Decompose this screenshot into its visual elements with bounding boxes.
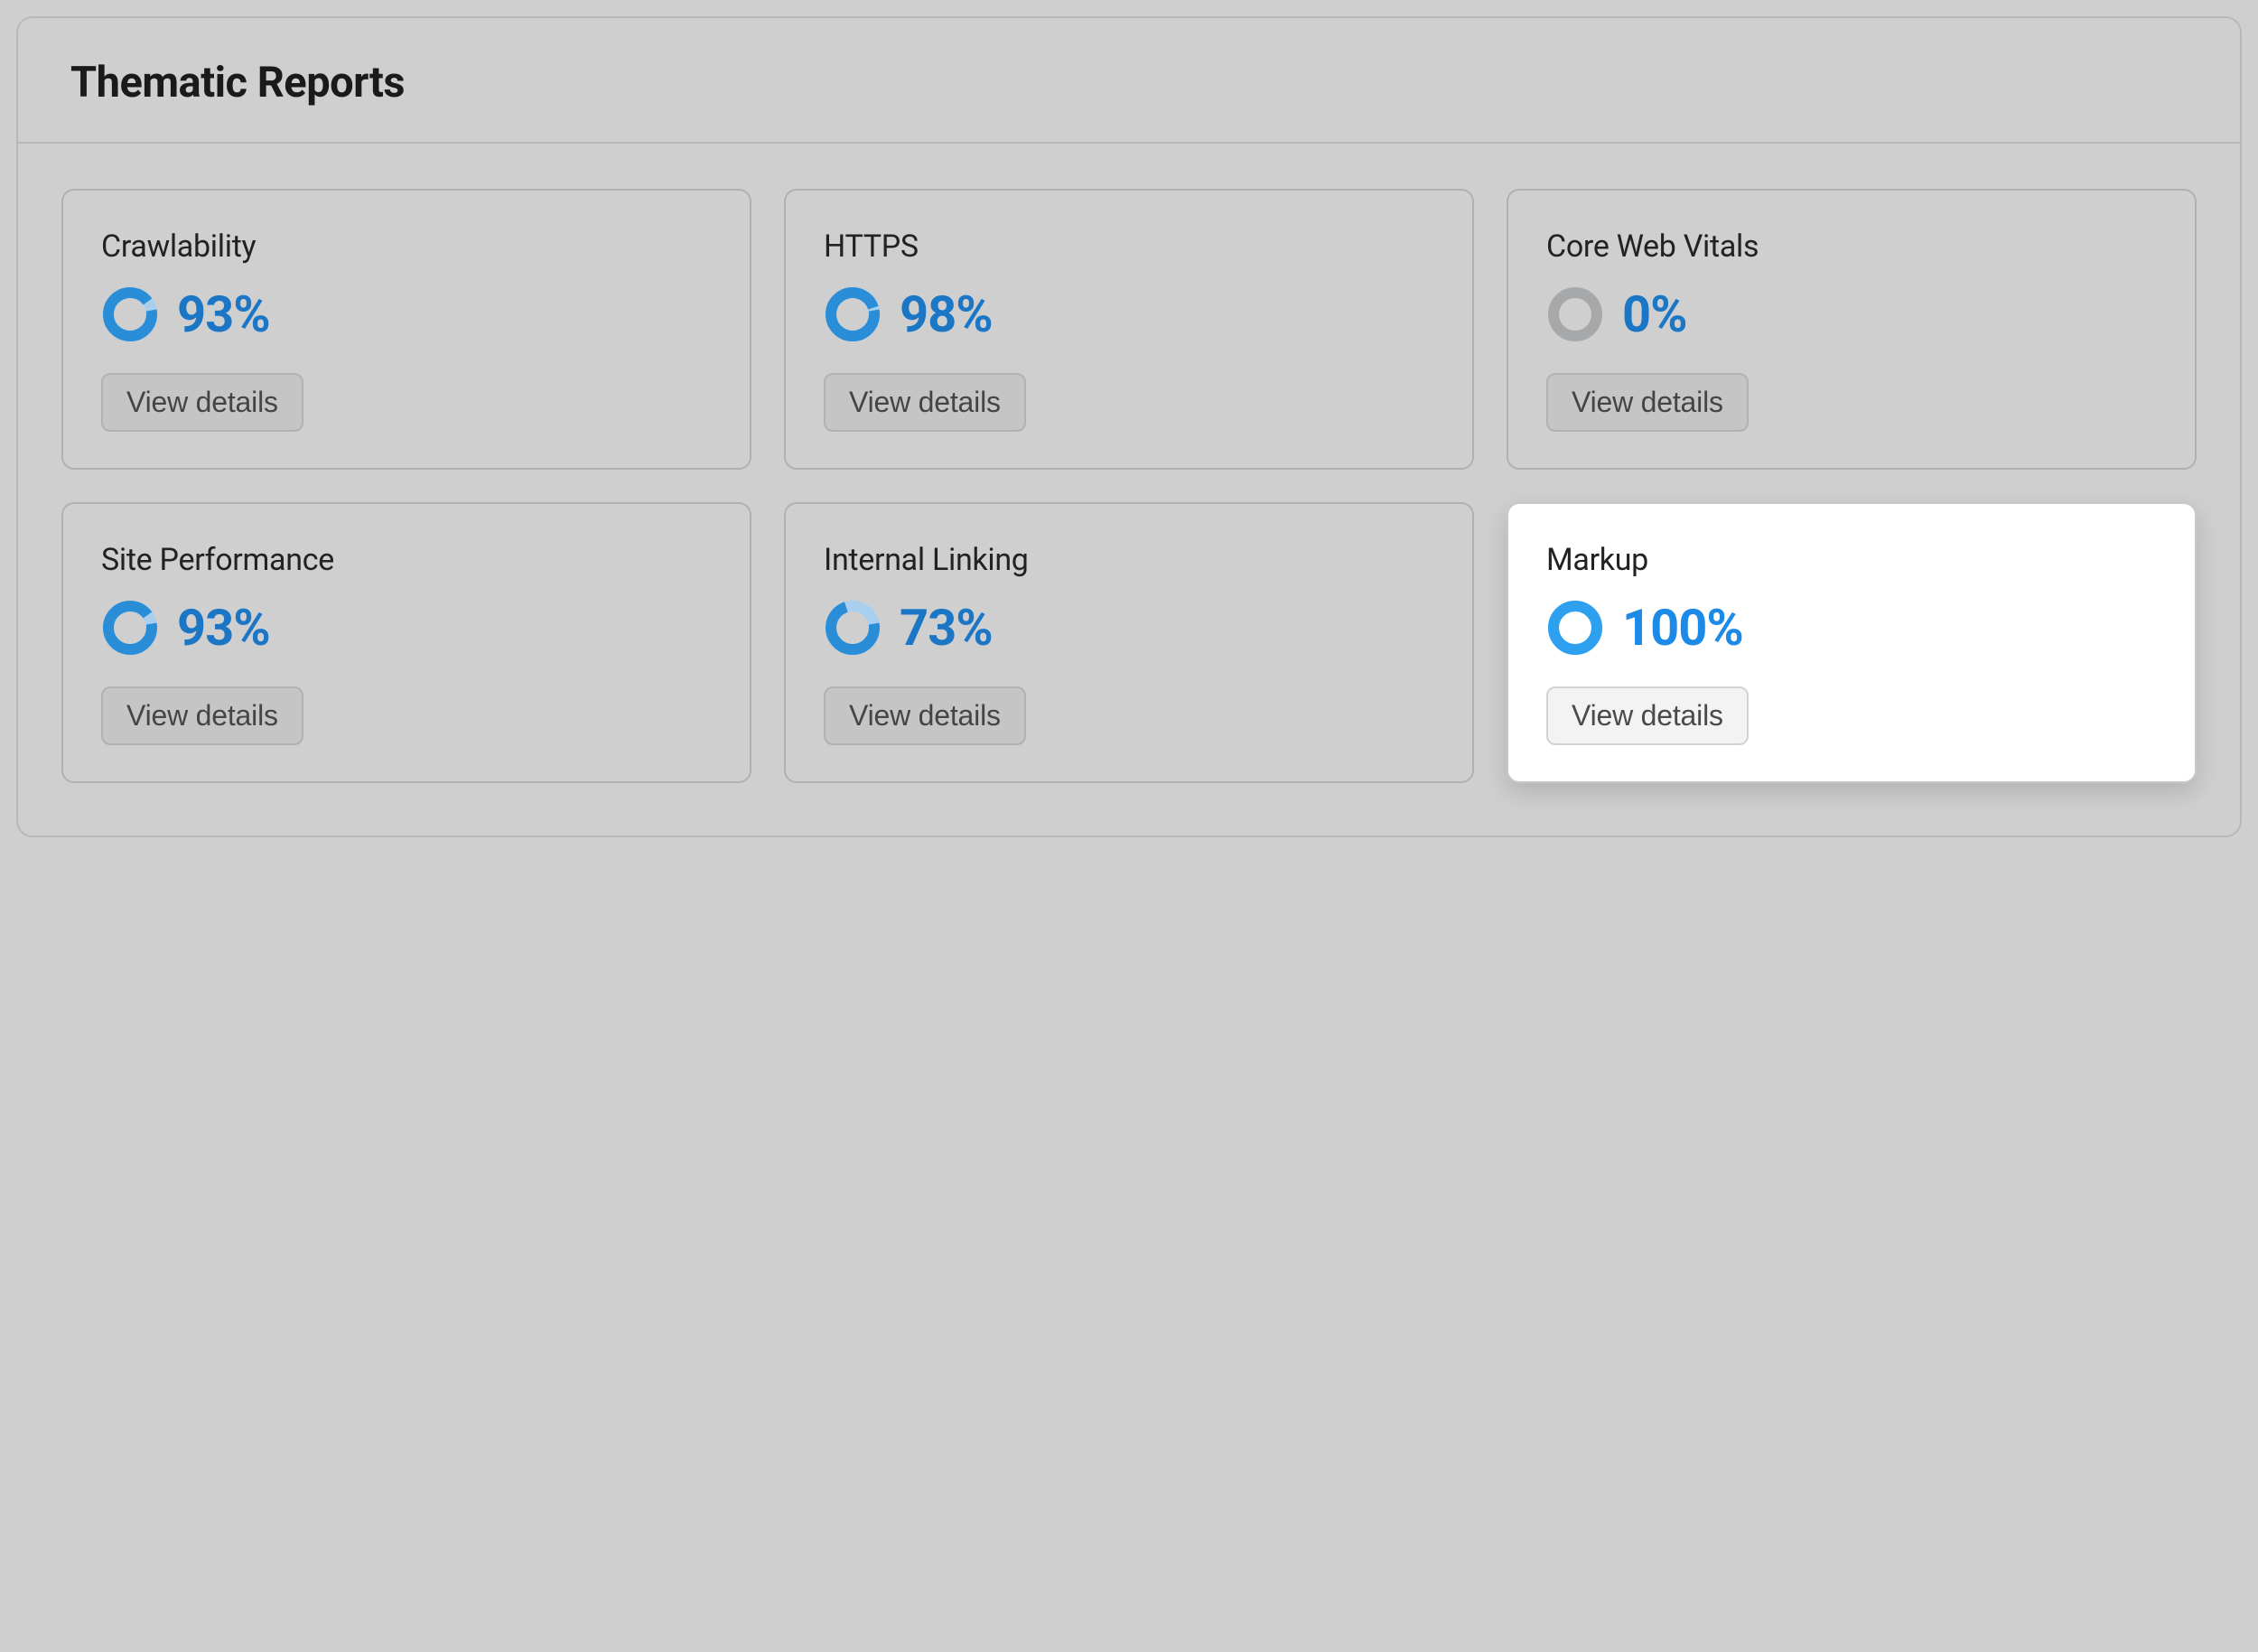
panel-body: Crawlability 93% View details HTTPS 98% Vie… [18,144,2240,835]
panel-title: Thematic Reports [70,58,2188,107]
metric-row: 93% [101,285,270,344]
view-details-button[interactable]: View details [1546,373,1749,432]
donut-icon [101,285,159,343]
report-card: Crawlability 93% View details [61,189,751,470]
card-title: Internal Linking [824,542,1434,578]
donut-icon [1546,599,1604,657]
report-card: Site Performance 93% View details [61,502,751,783]
card-title: Markup [1546,542,2157,578]
metric-value: 93% [177,285,270,344]
metric-value: 98% [900,285,993,344]
card-title: Site Performance [101,542,712,578]
card-title: Crawlability [101,229,712,265]
panel-header: Thematic Reports [18,18,2240,144]
metric-row: 93% [101,598,270,658]
cards-grid: Crawlability 93% View details HTTPS 98% Vie… [61,189,2197,783]
card-title: Core Web Vitals [1546,229,2157,265]
card-title: HTTPS [824,229,1434,265]
view-details-button[interactable]: View details [101,686,303,745]
view-details-button[interactable]: View details [101,373,303,432]
report-card: Core Web Vitals 0% View details [1507,189,2197,470]
donut-icon [824,599,882,657]
report-card: Internal Linking 73% View details [784,502,1474,783]
view-details-button[interactable]: View details [1546,686,1749,745]
donut-icon [824,285,882,343]
metric-row: 73% [824,598,993,658]
view-details-button[interactable]: View details [824,686,1026,745]
donut-icon [101,599,159,657]
metric-row: 100% [1546,598,1743,658]
thematic-reports-panel: Thematic Reports Crawlability 93% View de… [16,16,2242,837]
report-card: HTTPS 98% View details [784,189,1474,470]
view-details-button[interactable]: View details [824,373,1026,432]
metric-row: 0% [1546,285,1687,344]
metric-row: 98% [824,285,993,344]
report-card: Markup 100% View details [1507,502,2197,783]
metric-value: 93% [177,598,270,658]
metric-value: 73% [900,598,993,658]
metric-value: 0% [1622,285,1687,344]
metric-value: 100% [1622,598,1743,658]
donut-icon [1546,285,1604,343]
